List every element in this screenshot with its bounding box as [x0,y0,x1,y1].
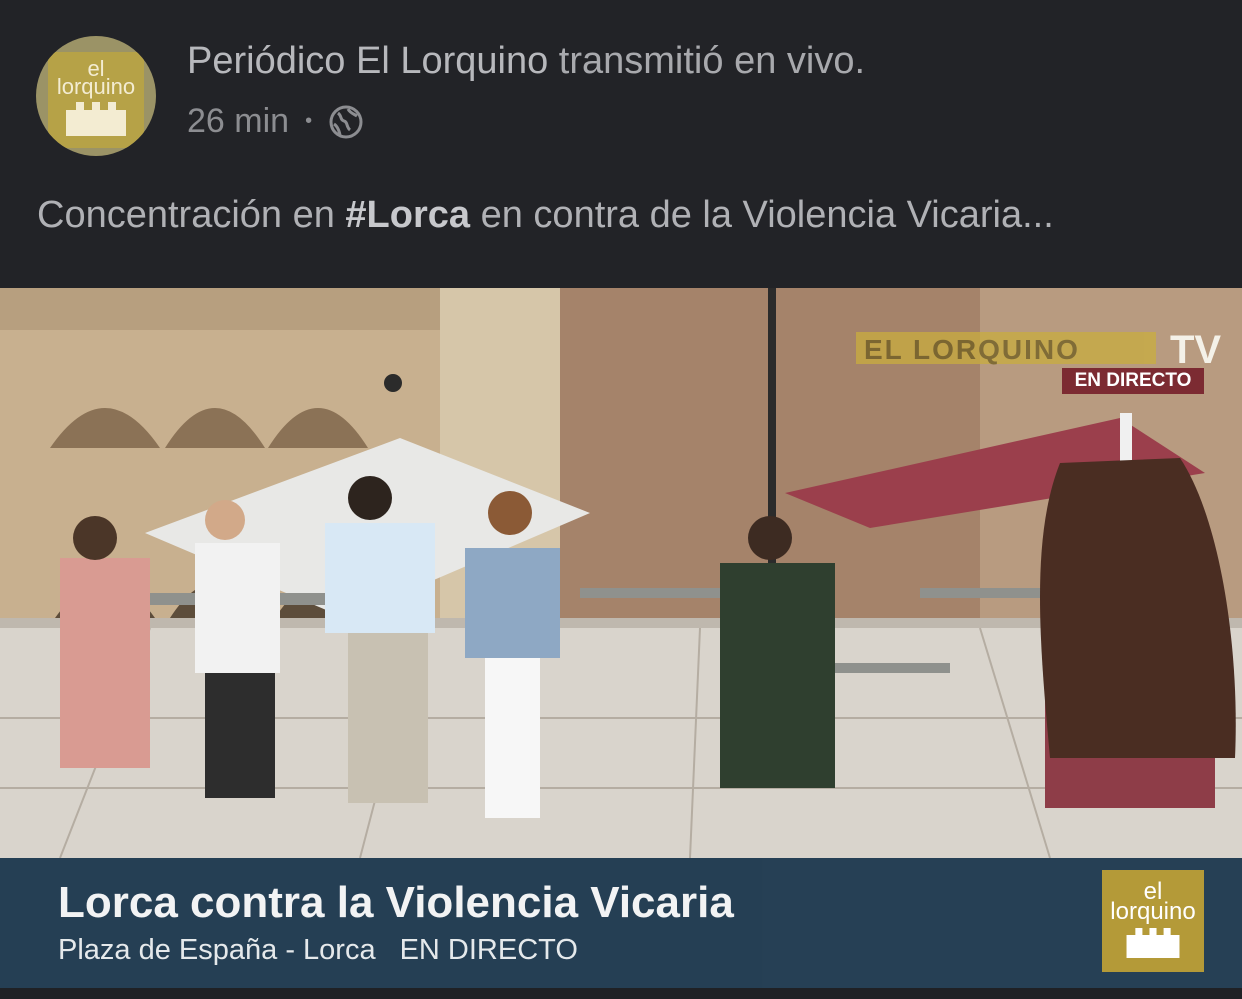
post-meta: 26 min • [187,102,364,141]
post-header: el lorquino Periódico El Lorquino transm… [0,0,1242,288]
video-bottom-edge [0,988,1242,999]
post-timestamp[interactable]: 26 min [187,102,289,141]
post-action-text: transmitió en vivo. [558,40,866,82]
lower-third-location: Plaza de España - Lorca [58,934,376,966]
live-badge: EN DIRECTO [1062,368,1204,394]
live-video-player[interactable]: EL LORQUINO TV EN DIRECTO Lorca contra l… [0,288,1242,999]
lower-third-subtitle: Plaza de España - Lorca EN DIRECTO [58,934,578,967]
globe-icon[interactable] [328,104,364,140]
page-name-link[interactable]: Periódico El Lorquino [187,40,548,82]
corner-logo: el lorquino [1102,870,1204,972]
hashtag-link[interactable]: #Lorca [345,194,470,236]
tv-brand-text: EL LORQUINO [864,334,1080,365]
castle-icon [1126,928,1180,958]
avatar-logo: el lorquino [48,52,144,148]
post-title: Periódico El Lorquino transmitió en vivo… [187,40,865,83]
tv-brand-overlay: EL LORQUINO [856,332,1156,365]
castle-icon [66,102,126,136]
tv-label: TV [1170,328,1222,372]
lower-third-banner: Lorca contra la Violencia Vicaria Plaza … [0,858,1242,988]
lower-third-title: Lorca contra la Violencia Vicaria [58,878,734,927]
caption-suffix: en contra de la Violencia Vicaria... [470,194,1054,236]
avatar-logo-text-line2: lorquino [56,74,136,99]
lower-third-live-label: EN DIRECTO [399,934,578,966]
post-caption: Concentración en #Lorca en contra de la … [37,194,1054,237]
meta-separator: • [305,110,313,132]
corner-logo-text-line2: lorquino [1110,898,1196,925]
page-avatar[interactable]: el lorquino [36,36,156,156]
caption-prefix: Concentración en [37,194,346,236]
